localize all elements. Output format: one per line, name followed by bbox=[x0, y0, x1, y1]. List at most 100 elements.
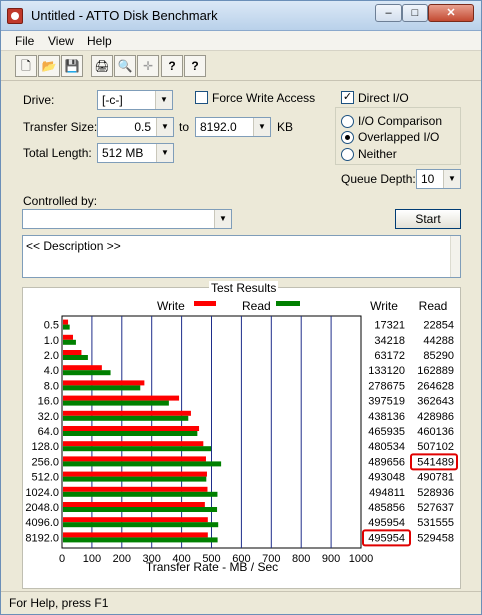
write-value: 34218 bbox=[374, 335, 405, 347]
bar-read bbox=[63, 370, 111, 376]
legend-read-label: Read bbox=[242, 299, 271, 313]
bar-read bbox=[63, 446, 212, 452]
bar-write bbox=[63, 486, 208, 492]
chevron-down-icon: ▼ bbox=[156, 118, 173, 136]
legend-write-label: Write bbox=[157, 299, 185, 313]
write-value: 480534 bbox=[368, 441, 405, 453]
to-label: to bbox=[179, 120, 190, 134]
io-comparison-label: I/O Comparison bbox=[358, 114, 443, 128]
toolbar: 🗋 📂 💾 🖨 🔍 ✛ ? ? bbox=[1, 51, 481, 81]
move-icon[interactable]: ✛ bbox=[137, 55, 159, 77]
total-length-value: 512 MB bbox=[102, 146, 144, 160]
y-tick-label: 0.5 bbox=[44, 320, 59, 332]
write-value: 493048 bbox=[368, 472, 405, 484]
new-file-icon[interactable]: 🗋 bbox=[15, 55, 37, 77]
bar-write bbox=[63, 380, 145, 386]
bar-read bbox=[63, 431, 198, 436]
drive-select[interactable]: [-c-] ▼ bbox=[97, 90, 173, 110]
read-value: 507102 bbox=[417, 441, 454, 453]
read-value: 531555 bbox=[417, 517, 454, 529]
y-tick-label: 256.0 bbox=[31, 456, 59, 468]
direct-io-checkbox[interactable]: ✓ bbox=[341, 91, 354, 104]
chevron-down-icon: ▼ bbox=[214, 210, 231, 228]
total-length-select[interactable]: 512 MB ▼ bbox=[97, 143, 174, 163]
queue-depth-select[interactable]: 10 ▼ bbox=[416, 169, 461, 189]
force-write-checkbox[interactable] bbox=[195, 91, 208, 104]
status-text: For Help, press F1 bbox=[9, 596, 109, 610]
read-value: 44288 bbox=[423, 335, 454, 347]
bar-read bbox=[63, 385, 141, 391]
title-bar[interactable]: Untitled - ATTO Disk Benchmark – □ ✕ bbox=[1, 1, 481, 31]
x-tick-label: 1000 bbox=[349, 553, 373, 565]
write-value: 438136 bbox=[368, 411, 405, 423]
help-icon[interactable]: ? bbox=[161, 55, 183, 77]
y-tick-label: 1.0 bbox=[44, 335, 59, 347]
bar-read bbox=[63, 461, 222, 467]
transfer-from-value: 0.5 bbox=[134, 120, 151, 134]
open-folder-icon[interactable]: 📂 bbox=[38, 55, 60, 77]
minimize-button[interactable]: – bbox=[375, 4, 402, 22]
chevron-down-icon: ▼ bbox=[253, 118, 270, 136]
bar-write bbox=[63, 365, 102, 371]
controlled-by-select[interactable]: ▼ bbox=[22, 209, 232, 229]
print-icon[interactable]: 🖨 bbox=[91, 55, 113, 77]
read-value: 85290 bbox=[423, 350, 454, 362]
write-value: 133120 bbox=[368, 365, 405, 377]
x-tick-label: 900 bbox=[322, 553, 340, 565]
bar-write bbox=[63, 517, 208, 523]
context-help-icon[interactable]: ? bbox=[184, 55, 206, 77]
write-value: 17321 bbox=[374, 320, 405, 332]
direct-io-label: Direct I/O bbox=[358, 91, 409, 105]
bar-write bbox=[63, 426, 200, 431]
bar-read bbox=[63, 522, 219, 528]
y-tick-label: 128.0 bbox=[31, 441, 59, 453]
transfer-to-select[interactable]: 8192.0 ▼ bbox=[195, 117, 271, 137]
overlapped-io-radio[interactable] bbox=[341, 131, 354, 144]
chevron-down-icon: ▼ bbox=[155, 91, 172, 109]
write-value: 465935 bbox=[368, 426, 405, 438]
write-value: 489656 bbox=[368, 456, 405, 468]
y-tick-label: 4.0 bbox=[44, 365, 59, 377]
read-value: 528936 bbox=[417, 487, 454, 499]
legend-read-swatch bbox=[276, 301, 300, 306]
menu-help[interactable]: Help bbox=[87, 34, 112, 48]
y-tick-label: 16.0 bbox=[38, 396, 59, 408]
column-write-header: Write bbox=[370, 299, 398, 313]
neither-radio[interactable] bbox=[341, 148, 354, 161]
bar-read bbox=[63, 415, 189, 421]
read-value: 527637 bbox=[417, 502, 454, 514]
x-tick-label: 800 bbox=[292, 553, 310, 565]
y-tick-label: 1024.0 bbox=[25, 487, 59, 499]
close-button[interactable]: ✕ bbox=[428, 4, 474, 22]
description-text: << Description >> bbox=[26, 239, 121, 253]
bar-write bbox=[63, 319, 69, 325]
write-value: 495954 bbox=[368, 517, 405, 529]
menu-view[interactable]: View bbox=[48, 34, 74, 48]
save-icon[interactable]: 💾 bbox=[61, 55, 83, 77]
maximize-button[interactable]: □ bbox=[402, 4, 428, 22]
print-preview-icon[interactable]: 🔍 bbox=[114, 55, 136, 77]
bar-write bbox=[63, 456, 206, 462]
y-tick-label: 8.0 bbox=[44, 380, 59, 392]
bar-write bbox=[63, 441, 204, 447]
description-textarea[interactable]: << Description >> bbox=[22, 235, 461, 278]
menu-file[interactable]: File bbox=[15, 34, 34, 48]
write-value: 494811 bbox=[369, 487, 405, 499]
bar-read bbox=[63, 324, 70, 330]
transfer-from-select[interactable]: 0.5 ▼ bbox=[97, 117, 174, 137]
description-scrollbar[interactable] bbox=[450, 236, 460, 277]
status-bar: For Help, press F1 bbox=[1, 591, 481, 614]
kb-label: KB bbox=[277, 120, 294, 134]
io-comparison-radio[interactable] bbox=[341, 115, 354, 128]
y-tick-label: 32.0 bbox=[38, 411, 59, 423]
queue-depth-value: 10 bbox=[421, 172, 435, 186]
total-length-label: Total Length: bbox=[23, 146, 92, 160]
y-tick-label: 2048.0 bbox=[25, 502, 59, 514]
overlapped-io-label: Overlapped I/O bbox=[358, 130, 440, 144]
window-title: Untitled - ATTO Disk Benchmark bbox=[31, 8, 218, 23]
bar-read bbox=[63, 400, 169, 406]
bar-write bbox=[63, 471, 207, 477]
start-button[interactable]: Start bbox=[395, 209, 461, 229]
y-tick-label: 4096.0 bbox=[25, 517, 59, 529]
bar-write bbox=[63, 395, 180, 401]
